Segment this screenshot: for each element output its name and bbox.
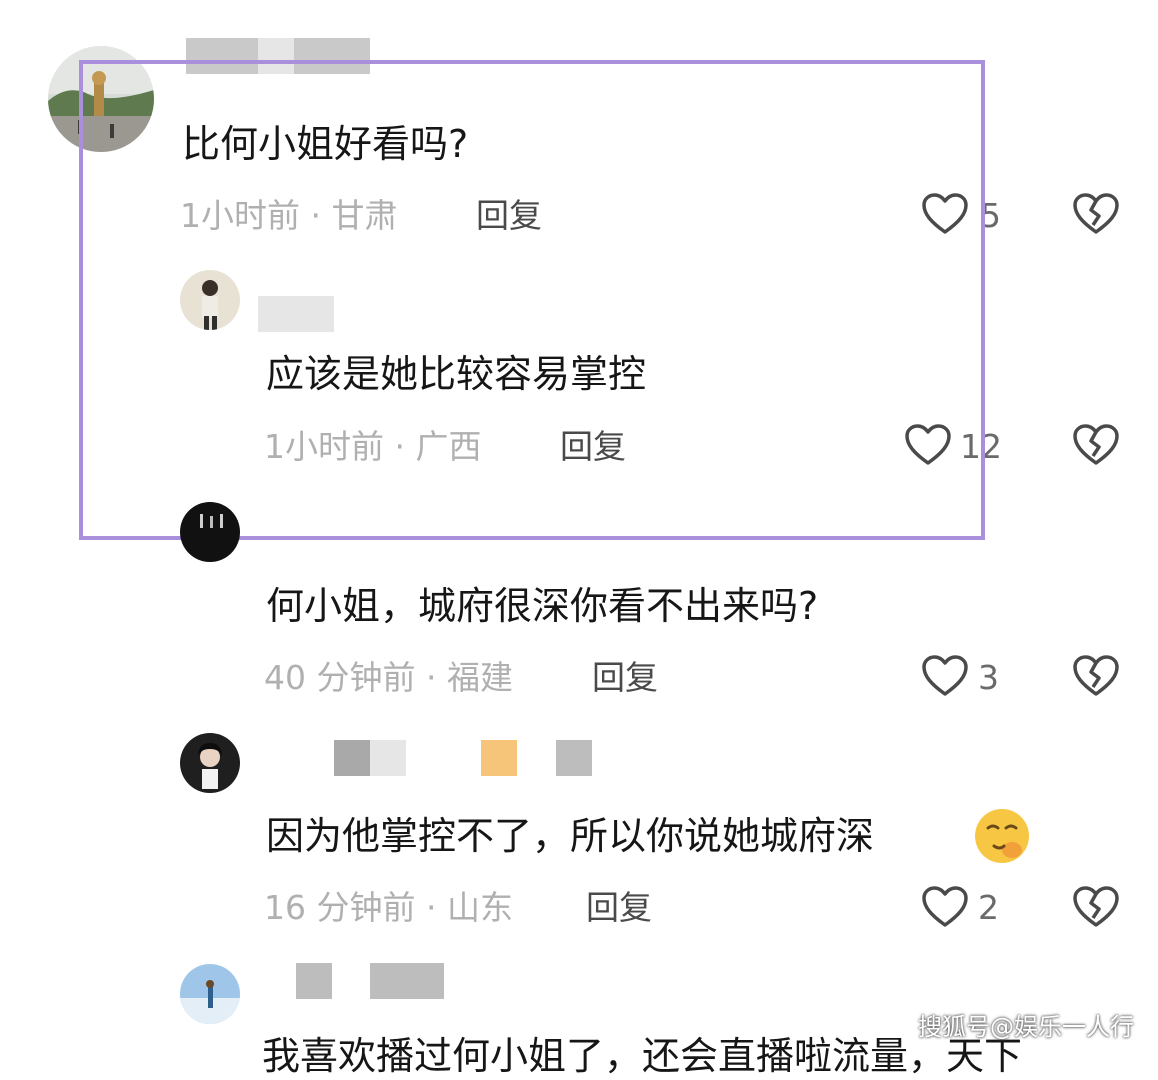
reply-button[interactable]: 回复	[592, 658, 658, 698]
comment-meta: 40 分钟前 · 福建	[264, 658, 513, 697]
username-redacted	[370, 963, 444, 999]
username-redacted	[296, 963, 332, 999]
like-count: 3	[978, 658, 999, 697]
comment-text: 因为他掌控不了，所以你说她城府深	[266, 814, 875, 858]
shushing-face-emoji-icon	[975, 809, 1029, 863]
avatar[interactable]	[180, 502, 240, 562]
comment-text: 我喜欢播过何小姐了，还会直播啦流量，天下	[262, 1034, 1023, 1078]
username-redacted	[370, 740, 406, 776]
comment-text: 何小姐，城府很深你看不出来吗?	[266, 584, 819, 628]
broken-heart-icon[interactable]	[1072, 192, 1120, 236]
username-redacted	[481, 740, 517, 776]
reply-button[interactable]: 回复	[586, 888, 652, 928]
username-redacted	[334, 740, 370, 776]
highlight-frame	[79, 60, 985, 540]
avatar[interactable]	[180, 733, 240, 793]
username-redacted	[556, 740, 592, 776]
comment-meta: 16 分钟前 · 山东	[264, 888, 513, 927]
heart-outline-icon[interactable]	[921, 885, 969, 929]
avatar[interactable]	[180, 964, 240, 1024]
heart-outline-icon[interactable]	[921, 654, 969, 698]
broken-heart-icon[interactable]	[1072, 885, 1120, 929]
watermark: 搜狐号@娱乐一人行	[918, 1013, 1134, 1041]
broken-heart-icon[interactable]	[1072, 654, 1120, 698]
like-count: 2	[978, 888, 999, 927]
broken-heart-icon[interactable]	[1072, 423, 1120, 467]
